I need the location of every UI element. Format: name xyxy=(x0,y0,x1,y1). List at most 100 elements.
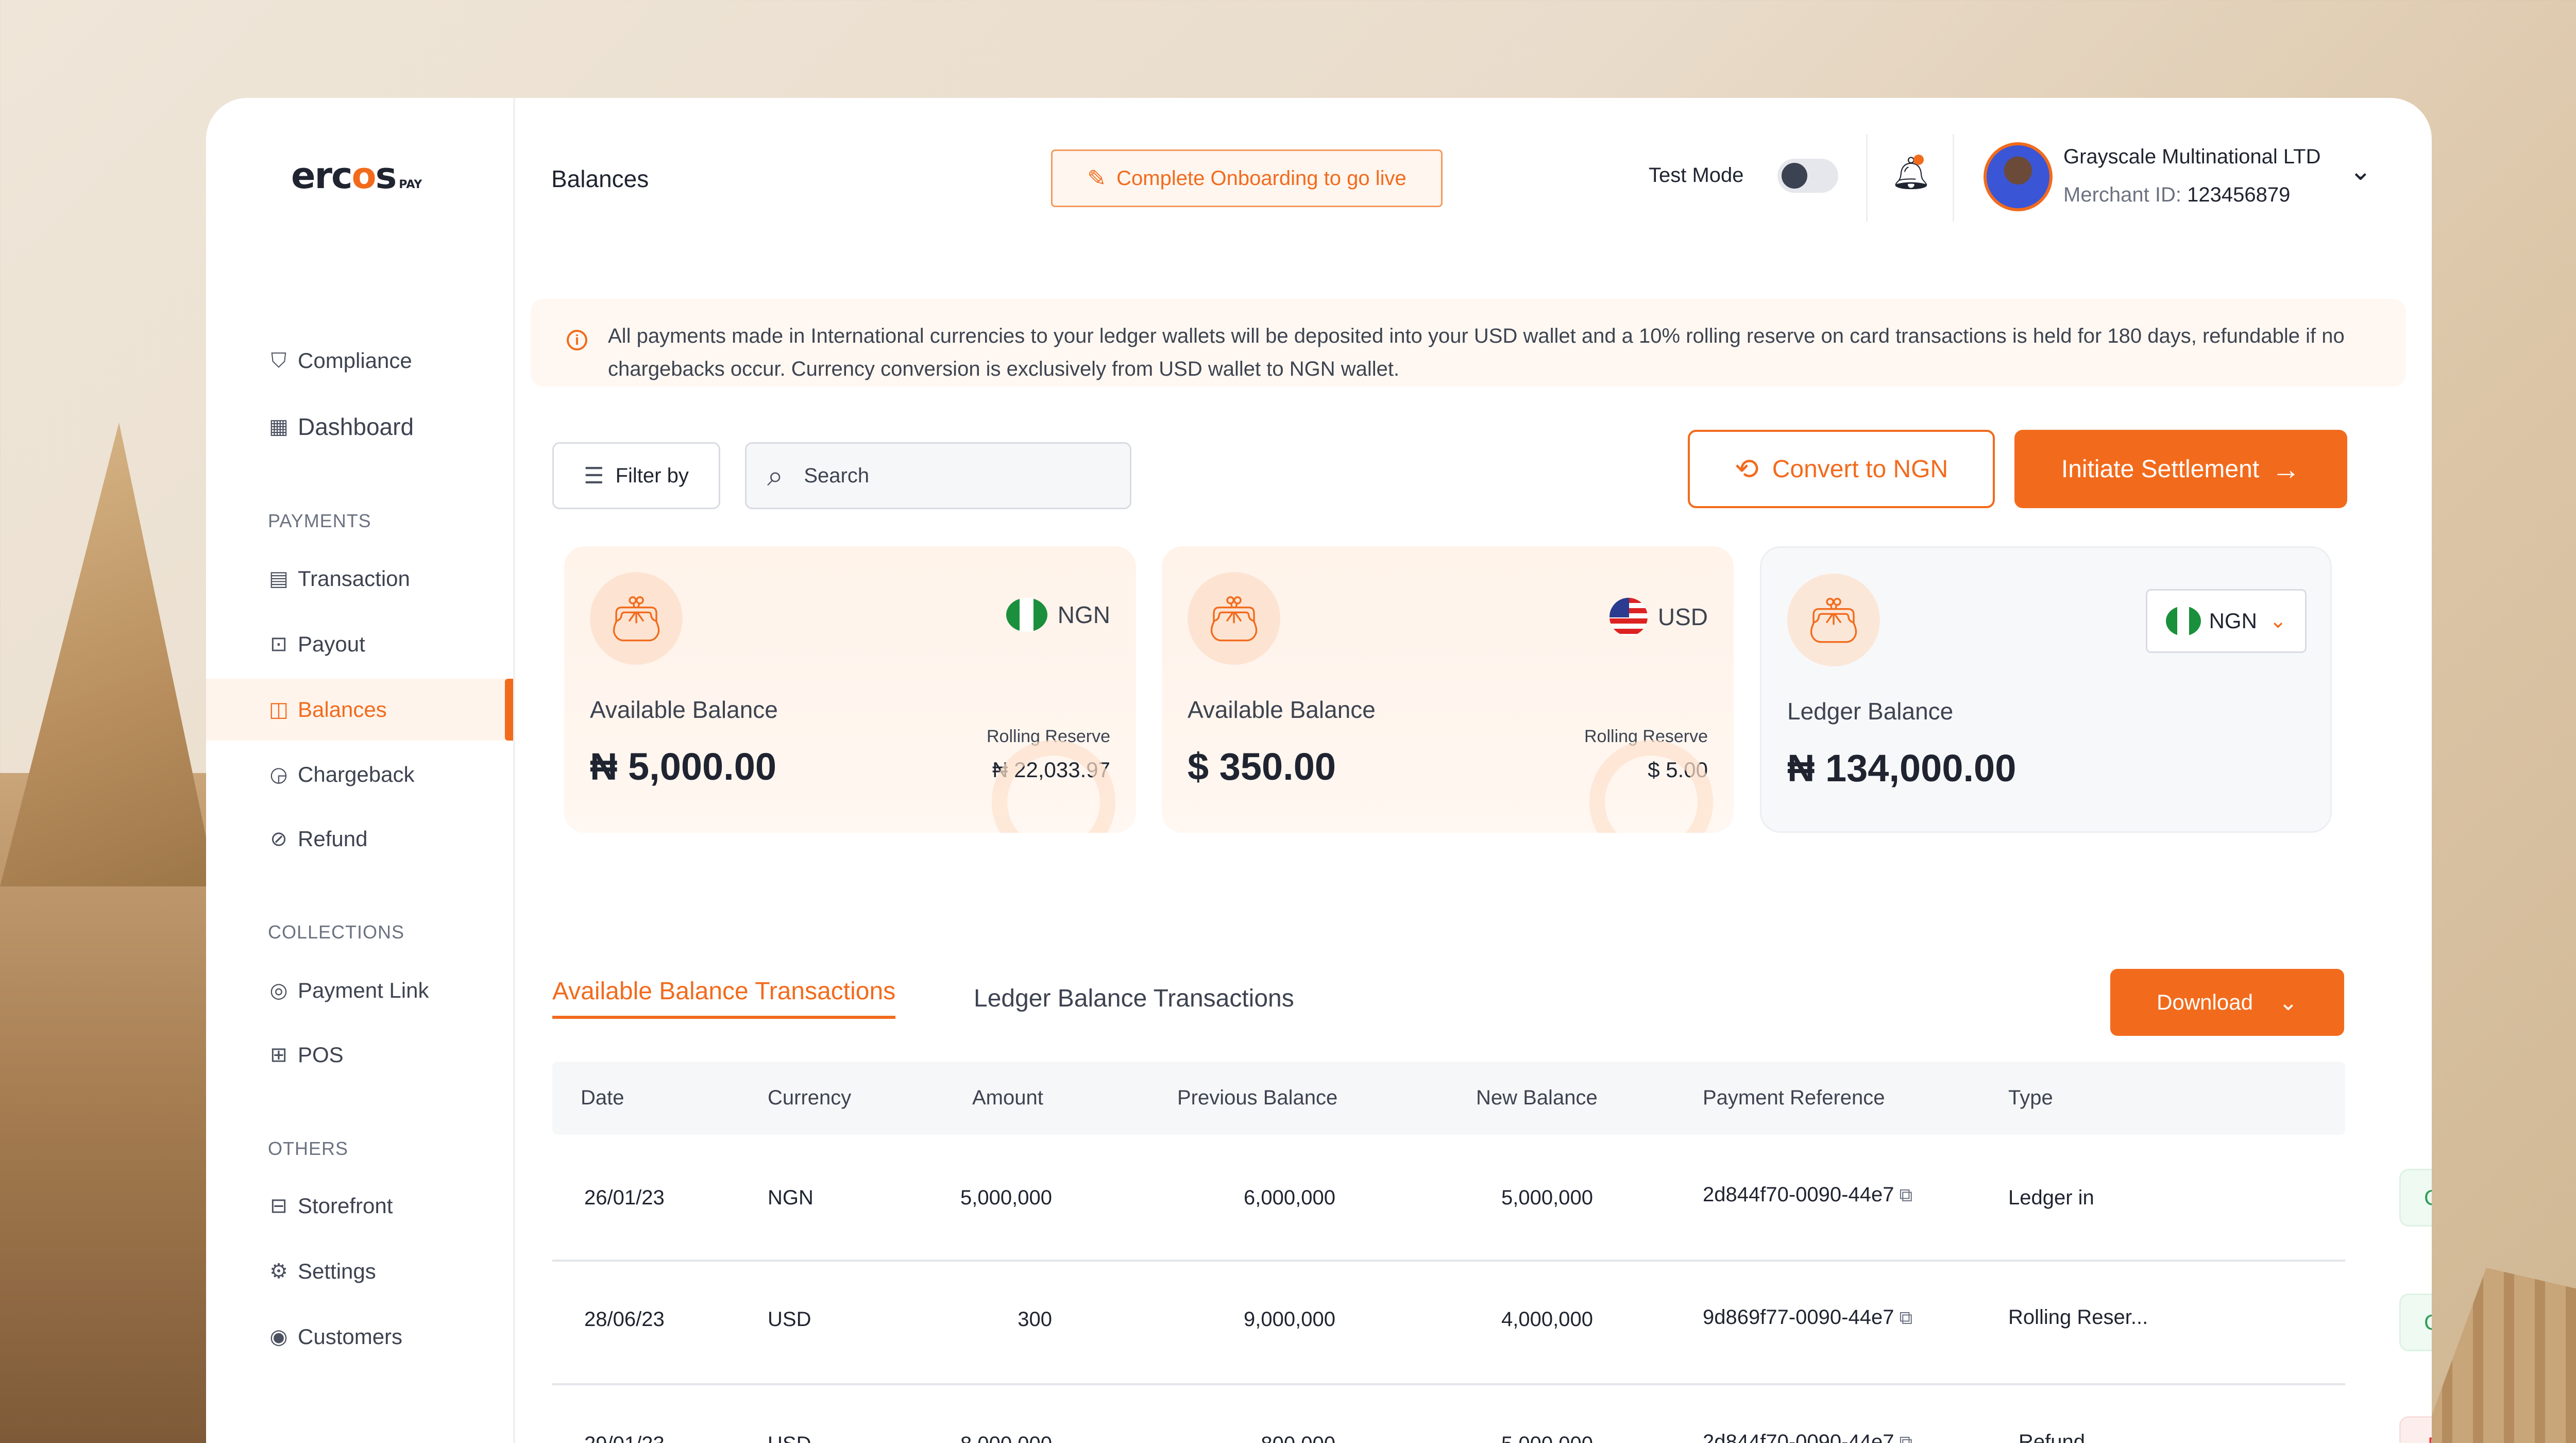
user-icon: ◉ xyxy=(269,1325,288,1348)
info-icon: i xyxy=(567,330,587,350)
header-divider xyxy=(1866,134,1868,222)
sidebar-item-settings[interactable]: ⚙ Settings xyxy=(206,1240,513,1302)
chevron-down-icon[interactable]: ⌄ xyxy=(2349,156,2372,187)
grid-icon: ▦ xyxy=(269,415,289,438)
exchange-icon: ⟲ xyxy=(1734,452,1759,485)
wallet-icon: 👛︎ xyxy=(590,572,683,665)
cell-new-balance: 5,000,000 xyxy=(1501,1186,1593,1209)
sidebar-item-refund[interactable]: ⊘ Refund xyxy=(206,808,513,870)
usd-balance-card: 👛︎ USD Available Balance $ 350.00 Rollin… xyxy=(1162,546,1734,833)
avatar[interactable] xyxy=(1984,142,2053,211)
table-header: Date Currency Amount Previous Balance Ne… xyxy=(552,1062,2345,1135)
sidebar-item-label: Chargeback xyxy=(298,762,415,786)
status-badge: Debit xyxy=(2399,1416,2432,1443)
link-icon: ◎ xyxy=(269,979,288,1002)
search-icon: ⌕ xyxy=(767,459,784,492)
download-label: Download xyxy=(2157,990,2253,1014)
sidebar-item-label: Dashboard xyxy=(298,413,414,440)
sidebar-item-label: Storefront xyxy=(298,1194,393,1218)
tab-available-balance-transactions[interactable]: Available Balance Transactions xyxy=(552,977,896,1019)
column-header-new-balance: New Balance xyxy=(1476,1086,1598,1109)
app-window: ercos PAY ⛉ Compliance ▦ Dashboard PAYMEN… xyxy=(206,98,2432,1443)
reference-text: 2d844f70-0090-44e7 xyxy=(1703,1183,1894,1206)
column-header-amount: Amount xyxy=(972,1086,1043,1109)
ledger-wallet-icon: 👛︎ xyxy=(1787,574,1880,666)
balance-label: Available Balance xyxy=(1188,696,1376,723)
sidebar-item-payment-link[interactable]: ◎ Payment Link xyxy=(206,960,513,1021)
filter-button[interactable]: ☰ Filter by xyxy=(552,442,720,509)
background-pyramid xyxy=(0,423,216,886)
test-mode-label: Test Mode xyxy=(1649,164,1744,187)
sidebar-item-label: Refund xyxy=(298,827,368,851)
sidebar-item-storefront[interactable]: ⊟ Storefront xyxy=(206,1175,513,1237)
copy-icon[interactable]: ⧉ xyxy=(1899,1307,1912,1329)
payout-icon: ⊡ xyxy=(270,633,287,656)
sidebar-item-label: POS xyxy=(298,1043,344,1067)
logo[interactable]: ercos PAY xyxy=(291,155,422,197)
test-mode-toggle[interactable] xyxy=(1777,159,1838,193)
table-row[interactable]: 28/06/23 USD 300 9,000,000 4,000,000 9d8… xyxy=(552,1264,2432,1385)
cell-type: Rolling Reser... xyxy=(2008,1306,2148,1329)
sidebar-item-balances[interactable]: ◫ Balances xyxy=(206,679,513,741)
cell-payment-reference: 2d844f70-0090-44e7 ⧉ xyxy=(1703,1431,1912,1443)
column-header-previous-balance: Previous Balance xyxy=(1177,1086,1338,1109)
cell-payment-reference: 9d869f77-0090-44e7 ⧉ xyxy=(1703,1306,1912,1329)
sidebar: ercos PAY ⛉ Compliance ▦ Dashboard PAYMEN… xyxy=(206,98,515,1443)
background-temple xyxy=(2421,1268,2576,1443)
cell-currency: USD xyxy=(768,1308,811,1331)
cell-previous-balance: 9,000,000 xyxy=(1244,1308,1335,1331)
sidebar-item-pos[interactable]: ⊞ POS xyxy=(206,1024,513,1086)
cell-date: 28/06/23 xyxy=(584,1308,665,1331)
shield-icon: ⛉ xyxy=(271,349,286,372)
balance-amount: ₦ 5,000.00 xyxy=(590,745,777,788)
balance-label: Available Balance xyxy=(590,696,778,723)
download-button[interactable]: Download ⌄ xyxy=(2110,969,2344,1036)
tab-ledger-balance-transactions[interactable]: Ledger Balance Transactions xyxy=(974,984,1294,1013)
chevron-down-icon: ⌄ xyxy=(2269,610,2287,632)
copy-icon[interactable]: ⧉ xyxy=(1899,1184,1912,1206)
receipt-icon: ▤ xyxy=(269,567,289,590)
reference-text: 2d844f70-0090-44e7 xyxy=(1703,1431,1894,1443)
sidebar-item-payout[interactable]: ⊡ Payout xyxy=(206,613,513,675)
cell-previous-balance: 6,000,000 xyxy=(1244,1186,1335,1209)
search-placeholder: Search xyxy=(804,464,870,487)
merchant-name: Grayscale Multinational LTD xyxy=(2063,145,2321,168)
sidebar-item-label: Settings xyxy=(298,1259,376,1283)
cell-amount: 5,000,000 xyxy=(960,1186,1052,1209)
sidebar-item-customers[interactable]: ◉ Customers xyxy=(206,1306,513,1368)
table-row[interactable]: 29/01/23 USD 8,000,000 800,000 5,000,000… xyxy=(552,1387,2432,1443)
selected-currency: NGN xyxy=(2209,609,2257,633)
sidebar-item-label: Balances xyxy=(298,697,387,722)
info-banner-text: All payments made in International curre… xyxy=(608,325,2345,380)
currency-watermark xyxy=(1589,740,1713,833)
sidebar-item-dashboard[interactable]: ▦ Dashboard xyxy=(206,396,513,458)
sidebar-item-transaction[interactable]: ▤ Transaction xyxy=(206,548,513,610)
sidebar-item-compliance[interactable]: ⛉ Compliance xyxy=(206,330,513,392)
chargeback-icon: ◶ xyxy=(269,763,288,786)
column-header-date: Date xyxy=(581,1086,624,1109)
copy-icon[interactable]: ⧉ xyxy=(1899,1432,1912,1443)
initiate-settlement-button[interactable]: Initiate Settlement → xyxy=(2014,430,2347,508)
convert-label: Convert to NGN xyxy=(1772,455,1948,483)
column-header-payment-reference: Payment Reference xyxy=(1703,1086,1885,1109)
sidebar-item-label: Customers xyxy=(298,1324,403,1349)
notification-bell-icon[interactable]: 🔔︎ xyxy=(1891,155,1931,196)
onboarding-icon: ✎ xyxy=(1087,165,1107,191)
page-title: Balances xyxy=(551,165,649,192)
currency-select[interactable]: NGN ⌄ xyxy=(2146,589,2307,653)
search-input[interactable]: ⌕ Search xyxy=(745,442,1131,509)
currency-code: USD xyxy=(1657,603,1708,630)
cell-type: Ledger in xyxy=(2008,1186,2094,1209)
balance-amount: $ 350.00 xyxy=(1188,745,1336,788)
cell-new-balance: 4,000,000 xyxy=(1501,1308,1593,1331)
onboarding-label: Complete Onboarding to go live xyxy=(1116,166,1406,190)
nigeria-flag-icon xyxy=(1006,598,1047,632)
sidebar-item-chargeback[interactable]: ◶ Chargeback xyxy=(206,744,513,806)
cell-currency: NGN xyxy=(768,1186,814,1209)
complete-onboarding-button[interactable]: ✎ Complete Onboarding to go live xyxy=(1051,149,1443,207)
cell-date: 29/01/23 xyxy=(584,1433,665,1443)
table-row[interactable]: 26/01/23 NGN 5,000,000 6,000,000 5,000,0… xyxy=(552,1140,2432,1262)
convert-to-ngn-button[interactable]: ⟲ Convert to NGN xyxy=(1688,430,1995,508)
wallet-icon: ◫ xyxy=(269,698,289,721)
ngn-balance-card: 👛︎ NGN Available Balance ₦ 5,000.00 Roll… xyxy=(564,546,1136,833)
